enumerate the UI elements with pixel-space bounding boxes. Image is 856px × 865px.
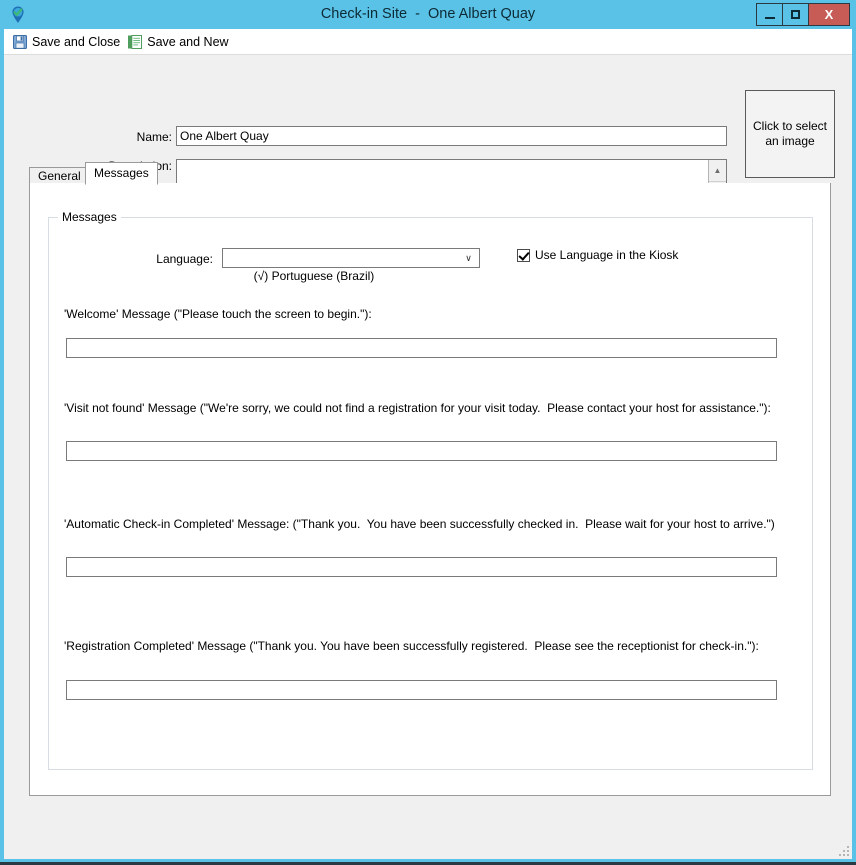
maximize-icon — [791, 10, 800, 19]
maximize-button[interactable] — [782, 3, 809, 26]
header-form: Name: Description: ▲ ▼ Click to select a… — [4, 55, 852, 203]
registration-completed-message-label: 'Registration Completed' Message ("Thank… — [64, 639, 759, 653]
visit-not-found-message-input[interactable] — [66, 441, 777, 461]
chevron-down-icon: ∨ — [465, 253, 472, 263]
tab-general[interactable]: General — [29, 167, 90, 184]
application-window: Check-in Site - One Albert Quay X Save a… — [0, 0, 856, 865]
save-and-new-button[interactable]: Save and New — [125, 31, 233, 53]
messages-groupbox-title: Messages — [58, 210, 121, 224]
close-button[interactable]: X — [808, 3, 850, 26]
window-title: Check-in Site - One Albert Quay — [320, 6, 536, 22]
language-select-value: (√) Portuguese (Brazil) — [253, 269, 375, 283]
new-document-icon — [127, 34, 143, 50]
window-controls: X — [756, 3, 850, 26]
welcome-message-label: 'Welcome' Message ("Please touch the scr… — [64, 307, 372, 321]
tab-strip: General Messages — [29, 162, 831, 185]
messages-tab-page: Messages Language: (√) Portuguese (Brazi… — [29, 183, 831, 796]
name-input[interactable] — [176, 126, 727, 146]
visit-not-found-message-label: 'Visit not found' Message ("We're sorry,… — [64, 401, 771, 415]
registration-completed-message-input[interactable] — [66, 680, 777, 700]
name-label: Name: — [136, 130, 172, 144]
client-area: Save and Close Save and New Name: One Al… — [4, 29, 852, 859]
minimize-button[interactable] — [756, 3, 783, 26]
tab-messages[interactable]: Messages — [85, 162, 158, 185]
resize-grip[interactable] — [837, 844, 849, 856]
save-and-close-label: Save and Close — [32, 34, 121, 49]
welcome-message-input[interactable] — [66, 338, 777, 358]
automatic-checkin-completed-message-input[interactable] — [66, 557, 777, 577]
floppy-disk-icon — [12, 34, 28, 50]
toolbar: Save and Close Save and New — [4, 29, 852, 55]
minimize-icon — [764, 16, 775, 19]
use-language-in-kiosk-checkbox[interactable]: Use Language in the Kiosk — [517, 248, 678, 262]
automatic-checkin-completed-message-label: 'Automatic Check-in Completed' Message: … — [64, 517, 775, 531]
language-select[interactable]: (√) Portuguese (Brazil) ∨ — [222, 248, 480, 283]
use-language-in-kiosk-label: Use Language in the Kiosk — [535, 248, 679, 262]
checkbox-icon[interactable] — [517, 248, 530, 262]
title-bar: Check-in Site - One Albert Quay X — [0, 0, 856, 29]
language-label: Language: — [156, 252, 213, 266]
save-and-close-button[interactable]: Save and Close — [10, 31, 125, 53]
save-and-new-label: Save and New — [147, 34, 229, 49]
